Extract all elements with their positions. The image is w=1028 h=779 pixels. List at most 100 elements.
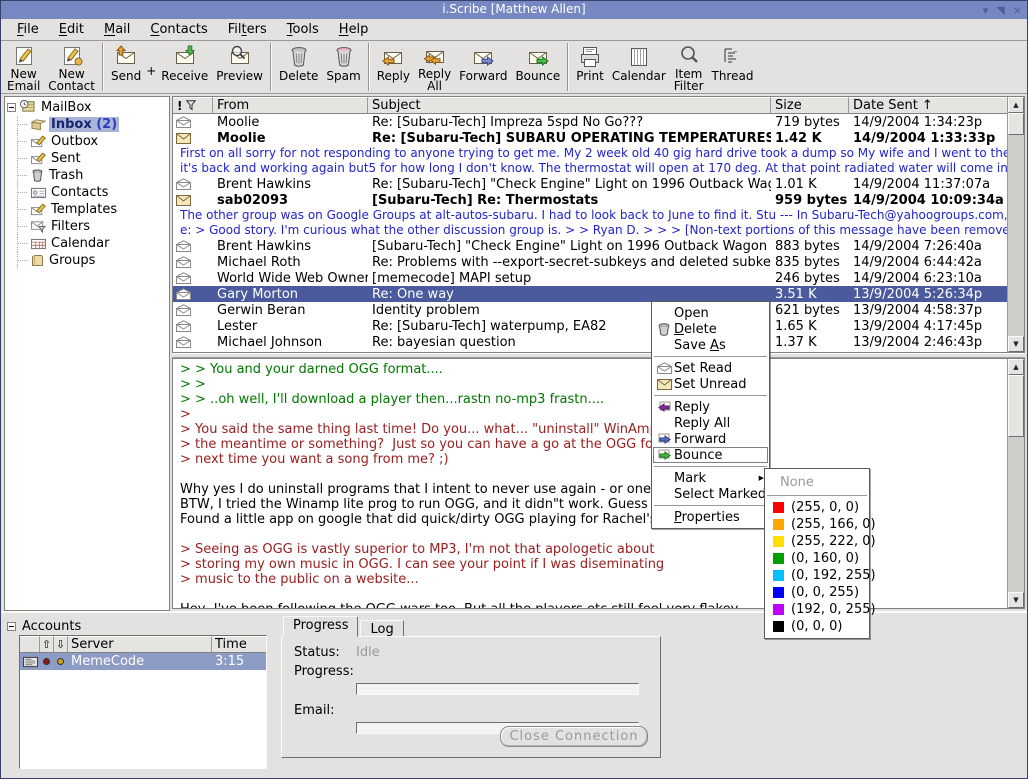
mail-list-scrollbar[interactable]: ▲ ▼ xyxy=(1007,97,1024,352)
menu-mail[interactable]: Mail xyxy=(94,20,140,40)
mailbox-icon xyxy=(19,99,36,113)
context-menu-reply[interactable]: Reply xyxy=(653,399,768,415)
tree-root-mailbox[interactable]: MailBox xyxy=(7,99,169,116)
mail-row[interactable]: Brent Hawkins Re: [Subaru-Tech] "Check E… xyxy=(173,176,1007,192)
toolbar-spam-button[interactable]: Spam xyxy=(322,42,364,92)
toolbar-reply-button[interactable]: Reply xyxy=(373,42,414,92)
context-menu-forward[interactable]: Forward xyxy=(653,431,768,447)
sidebar-item-calendar[interactable]: Calendar xyxy=(7,235,169,252)
toolbar-preview-button[interactable]: Preview xyxy=(212,42,267,92)
submenu-none[interactable]: None xyxy=(766,472,868,492)
mail-row[interactable]: Lester Re: [Subaru-Tech] waterpump, EA82… xyxy=(173,318,1007,334)
column-from[interactable]: From xyxy=(213,97,368,114)
menu-filters[interactable]: Filters xyxy=(218,20,277,40)
context-menu-select-marked[interactable]: Select Marked ▶ xyxy=(653,486,768,502)
toolbar-print-button[interactable]: Print xyxy=(572,42,608,92)
submenu-color-blue[interactable]: (0, 0, 255) xyxy=(766,584,868,601)
toolbar-bounce-button[interactable]: Bounce xyxy=(511,42,564,92)
sort-up-icon[interactable]: ⇧ xyxy=(40,636,54,653)
context-menu-delete[interactable]: Delete xyxy=(653,321,768,337)
menu-tools[interactable]: Tools xyxy=(277,20,329,40)
context-menu-properties[interactable]: Properties xyxy=(653,509,768,525)
message-body: > > You and your darned OGG format....> … xyxy=(173,359,1007,608)
scroll-down-icon[interactable]: ▼ xyxy=(1008,336,1024,352)
toolbar-calendar-button[interactable]: Calendar xyxy=(608,42,670,92)
message-scrollbar[interactable]: ▲ ▼ xyxy=(1007,359,1024,608)
sidebar-item-filters[interactable]: Filters xyxy=(7,218,169,235)
mail-row[interactable]: Gary Morton Re: One way 3.51 K 13/9/2004… xyxy=(173,286,1007,302)
scroll-up-icon[interactable]: ▲ xyxy=(1008,97,1024,113)
sidebar-item-contacts[interactable]: Contacts xyxy=(7,184,169,201)
toolbar-item-filter-button[interactable]: Item Filter xyxy=(670,42,708,92)
context-menu-save-as[interactable]: Save As xyxy=(653,337,768,353)
close-connection-button[interactable]: Close Connection xyxy=(500,726,648,747)
column-time[interactable]: Time xyxy=(212,636,266,653)
toolbar-reply-all-button[interactable]: Reply All xyxy=(414,42,455,92)
sort-down-icon[interactable]: ⇩ xyxy=(54,636,68,653)
column-size[interactable]: Size xyxy=(771,97,849,114)
bounce-icon xyxy=(525,45,551,69)
sidebar-item-sent[interactable]: Sent xyxy=(7,150,169,167)
toolbar-new-email-button[interactable]: New Email xyxy=(3,42,44,92)
tab-progress[interactable]: Progress xyxy=(283,616,358,637)
submenu-color-black[interactable]: (0, 0, 0) xyxy=(766,618,868,635)
account-row[interactable]: MemeCode 3:15 xyxy=(20,653,266,670)
mail-row[interactable]: sab02093 [Subaru-Tech] Re: Thermostats 9… xyxy=(173,192,1007,208)
scroll-track[interactable] xyxy=(1008,375,1024,592)
context-menu-set-unread[interactable]: Set Unread xyxy=(653,376,768,392)
mail-row[interactable]: World Wide Web Owner [memecode] MAPI set… xyxy=(173,270,1007,286)
column-date-sent[interactable]: Date Sent ↑ xyxy=(849,97,1007,114)
menu-help[interactable]: Help xyxy=(329,20,379,40)
scroll-thumb[interactable] xyxy=(1008,113,1024,135)
sidebar-item-inbox[interactable]: Inbox (2) xyxy=(7,116,169,133)
accounts-icon-column[interactable] xyxy=(20,636,40,653)
submenu-color-green[interactable]: (0, 160, 0) xyxy=(766,550,868,567)
submenu-color-purple[interactable]: (192, 0, 255) xyxy=(766,601,868,618)
window-close-icon[interactable]: × xyxy=(1013,5,1022,16)
toolbar-new-contact-button[interactable]: New Contact xyxy=(44,42,99,92)
window-maximize-icon[interactable]: ◥ xyxy=(996,5,1004,16)
context-menu-bounce[interactable]: Bounce xyxy=(653,447,768,463)
mail-row[interactable]: Brent Hawkins [Subaru-Tech] "Check Engin… xyxy=(173,238,1007,254)
column-server[interactable]: Server xyxy=(68,636,212,653)
scroll-track[interactable] xyxy=(1008,113,1024,336)
toolbar-forward-button[interactable]: Forward xyxy=(455,42,511,92)
mail-row[interactable]: Moolie Re: [Subaru-Tech] Impreza 5spd No… xyxy=(173,114,1007,130)
scroll-thumb[interactable] xyxy=(1008,375,1024,437)
toolbar-delete-button[interactable]: Delete xyxy=(275,42,322,92)
scroll-down-icon[interactable]: ▼ xyxy=(1008,592,1024,608)
window-shade-icon[interactable]: ▾ xyxy=(983,5,989,16)
mail-row[interactable]: Gerwin Beran Identity problem 621 bytes … xyxy=(173,302,1007,318)
toolbar-separator xyxy=(567,43,569,91)
mail-from: World Wide Web Owner xyxy=(213,271,368,286)
mail-row[interactable]: Moolie Re: [Subaru-Tech] SUBARU OPERATIN… xyxy=(173,130,1007,146)
context-menu-reply-all[interactable]: Reply All xyxy=(653,415,768,431)
submenu-color-yellow[interactable]: (255, 222, 0) xyxy=(766,533,868,550)
mail-row[interactable]: Michael Roth Re: Problems with --export-… xyxy=(173,254,1007,270)
submenu-color-red[interactable]: (255, 0, 0) xyxy=(766,499,868,516)
sidebar-item-templates[interactable]: Templates xyxy=(7,201,169,218)
menu-edit[interactable]: Edit xyxy=(49,20,94,40)
context-menu-open[interactable]: Open xyxy=(653,305,768,321)
toolbar-send-button[interactable]: Send xyxy=(107,42,145,92)
collapse-toggle-icon[interactable] xyxy=(7,103,16,112)
toolbar-thread-button[interactable]: Thread xyxy=(708,42,758,92)
context-menu-set-read[interactable]: Set Read xyxy=(653,360,768,376)
sidebar-item-trash[interactable]: Trash xyxy=(7,167,169,184)
scroll-up-icon[interactable]: ▲ xyxy=(1008,359,1024,375)
toolbar-receive-button[interactable]: Receive xyxy=(157,42,212,92)
sidebar-item-groups[interactable]: Groups xyxy=(7,252,169,269)
submenu-color-cyan[interactable]: (0, 192, 255) xyxy=(766,567,868,584)
tab-log[interactable]: Log xyxy=(360,620,403,637)
context-menu-mark[interactable]: Mark ▶ xyxy=(653,470,768,486)
submenu-color-orange[interactable]: (255, 166, 0) xyxy=(766,516,868,533)
sidebar-item-outbox[interactable]: Outbox xyxy=(7,133,169,150)
message-line: > the meantime or something? Just so you… xyxy=(180,437,1007,452)
menu-file[interactable]: File xyxy=(7,20,49,40)
titlebar[interactable]: i.Scribe [Matthew Allen] ▾◥× xyxy=(1,1,1027,19)
column-flags[interactable]: ! xyxy=(173,97,213,114)
mail-row[interactable]: Michael Johnson Re: bayesian question 1.… xyxy=(173,334,1007,350)
column-subject[interactable]: Subject xyxy=(368,97,771,114)
collapse-toggle-icon[interactable] xyxy=(7,622,16,631)
menu-contacts[interactable]: Contacts xyxy=(140,20,217,40)
